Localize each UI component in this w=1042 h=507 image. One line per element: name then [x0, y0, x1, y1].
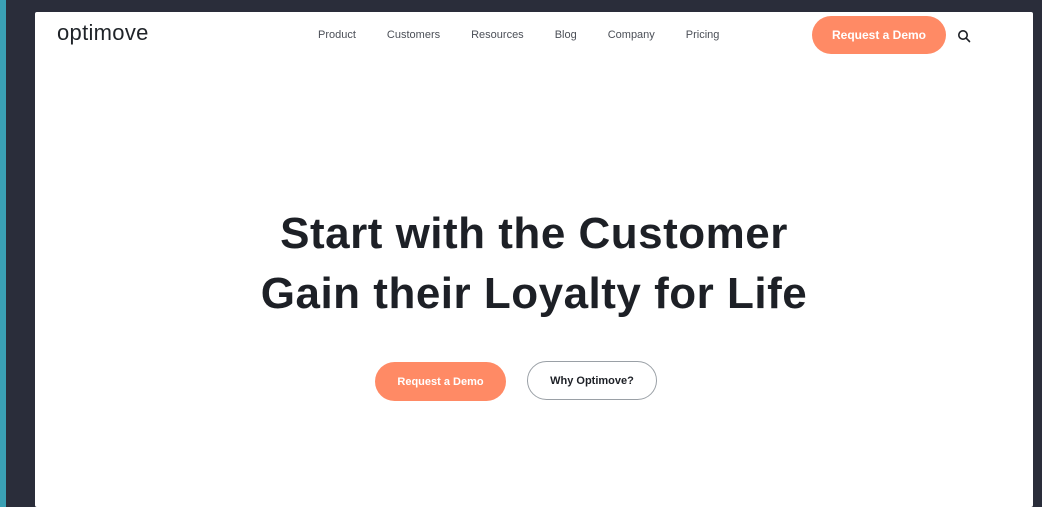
- nav-item-resources[interactable]: Resources: [471, 29, 524, 41]
- nav-item-product[interactable]: Product: [318, 29, 356, 41]
- nav-request-demo-button[interactable]: Request a Demo: [812, 16, 946, 54]
- hero-headline-line-2: Gain their Loyalty for Life: [260, 269, 808, 318]
- main-menu: Product Customers Resources Blog Company…: [318, 29, 750, 41]
- search-icon[interactable]: [957, 29, 971, 43]
- window-edge-accent: [0, 0, 6, 507]
- hero-headline: Start with the Customer Gain their Loyal…: [35, 204, 1033, 324]
- top-navigation: optimove Product Customers Resources Blo…: [35, 12, 1033, 58]
- optimove-logo[interactable]: optimove: [57, 20, 149, 46]
- hero-headline-line-1: Start with the Customer: [280, 209, 788, 258]
- nav-item-company[interactable]: Company: [608, 29, 655, 41]
- nav-item-pricing[interactable]: Pricing: [686, 29, 720, 41]
- hero-request-demo-button[interactable]: Request a Demo: [375, 362, 506, 401]
- browser-viewport: optimove Product Customers Resources Blo…: [35, 12, 1033, 507]
- nav-item-customers[interactable]: Customers: [387, 29, 440, 41]
- why-optimove-button[interactable]: Why Optimove?: [527, 361, 657, 400]
- nav-item-blog[interactable]: Blog: [555, 29, 577, 41]
